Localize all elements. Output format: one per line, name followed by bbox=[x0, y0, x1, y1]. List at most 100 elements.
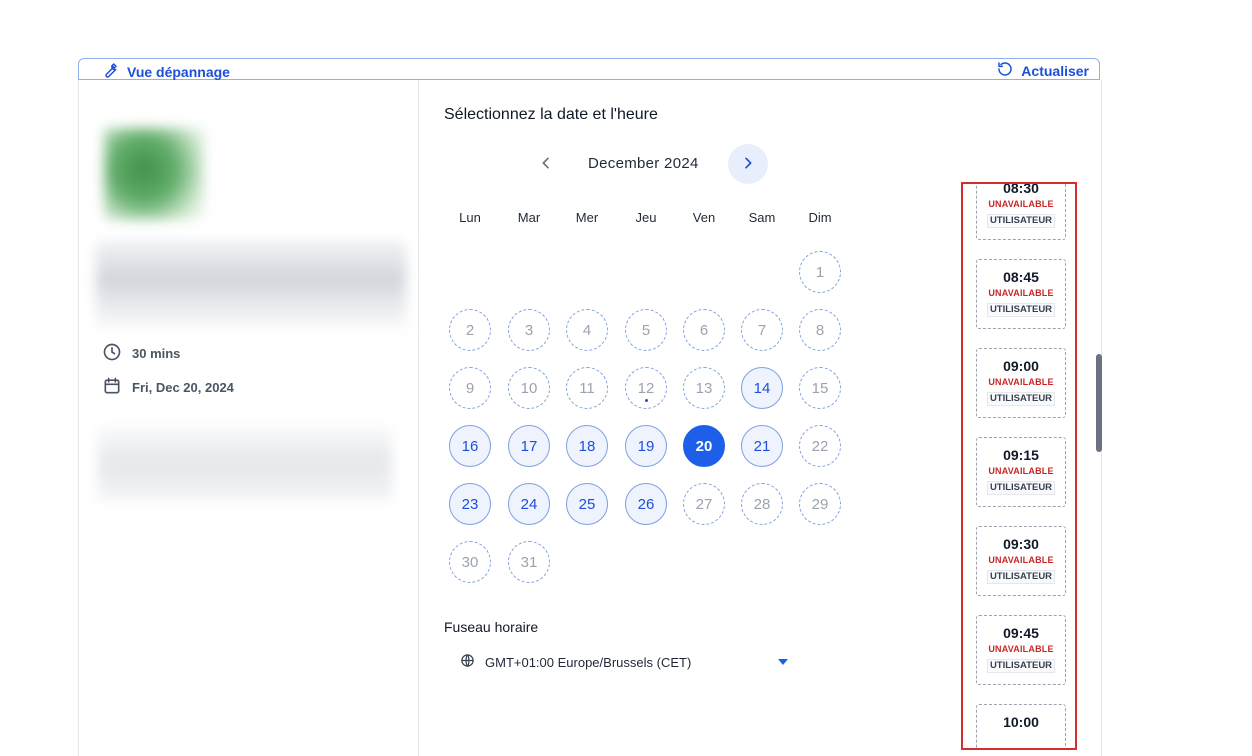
time-slot[interactable]: 09:30 UNAVAILABLE UTILISATEUR bbox=[976, 526, 1066, 596]
weekday-label: Jeu bbox=[635, 210, 657, 225]
clock-icon bbox=[102, 342, 122, 365]
slot-time: 08:45 bbox=[1003, 269, 1039, 285]
slot-status: UNAVAILABLE bbox=[988, 555, 1054, 565]
slot-owner-tag: UTILISATEUR bbox=[986, 392, 1056, 406]
calendar-day-number: 24 bbox=[520, 495, 538, 513]
calendar-day-number: 6 bbox=[699, 321, 709, 339]
slot-status: UNAVAILABLE bbox=[988, 644, 1054, 654]
calendar-day: 4 bbox=[566, 309, 608, 351]
time-slot[interactable]: 09:00 UNAVAILABLE UTILISATEUR bbox=[976, 348, 1066, 418]
refresh-label: Actualiser bbox=[1021, 62, 1089, 79]
organizer-avatar bbox=[104, 128, 204, 220]
calendar-day: 30 bbox=[449, 541, 491, 583]
globe-icon bbox=[460, 653, 475, 671]
calendar-day[interactable]: 23 bbox=[449, 483, 491, 525]
time-slot[interactable]: 09:15 UNAVAILABLE UTILISATEUR bbox=[976, 437, 1066, 507]
timezone-select[interactable]: GMT+01:00 Europe/Brussels (CET) bbox=[460, 650, 792, 674]
calendar-day: 6 bbox=[683, 309, 725, 351]
calendar-day-number: 2 bbox=[465, 321, 475, 339]
calendar-day-number: 27 bbox=[695, 495, 713, 513]
event-duration: 30 mins bbox=[132, 346, 181, 361]
event-date: Fri, Dec 20, 2024 bbox=[132, 380, 234, 395]
calendar-day-number: 17 bbox=[520, 437, 538, 455]
calendar-day: 31 bbox=[508, 541, 550, 583]
calendar-day[interactable]: 18 bbox=[566, 425, 608, 467]
today-indicator bbox=[644, 399, 648, 402]
weekday-label: Dim bbox=[808, 210, 832, 225]
calendar-day-selected[interactable]: 20 bbox=[683, 425, 725, 467]
slot-owner-tag: UTILISATEUR bbox=[986, 303, 1056, 317]
calendar-day[interactable]: 19 bbox=[625, 425, 667, 467]
calendar-day: 13 bbox=[683, 367, 725, 409]
slot-time: 09:00 bbox=[1003, 358, 1039, 374]
calendar-day-number: 9 bbox=[465, 379, 475, 397]
calendar-day: 27 bbox=[683, 483, 725, 525]
panel-divider bbox=[418, 80, 419, 756]
calendar-day[interactable]: 16 bbox=[449, 425, 491, 467]
calendar-day: 12 bbox=[625, 367, 667, 409]
slot-owner-tag: UTILISATEUR bbox=[986, 214, 1056, 228]
scrollbar-thumb[interactable] bbox=[1096, 354, 1102, 452]
slot-time: 09:30 bbox=[1003, 536, 1039, 552]
calendar-day-number: 30 bbox=[461, 553, 479, 571]
calendar-day[interactable]: 14 bbox=[741, 367, 783, 409]
troubleshoot-view-button[interactable]: Vue dépannage bbox=[101, 61, 230, 82]
calendar-day-number: 10 bbox=[520, 379, 538, 397]
calendar-day-number: 5 bbox=[641, 321, 651, 339]
calendar-day[interactable]: 17 bbox=[508, 425, 550, 467]
slot-status: UNAVAILABLE bbox=[988, 288, 1054, 298]
calendar-day: 29 bbox=[799, 483, 841, 525]
weekday-label: Ven bbox=[692, 210, 716, 225]
calendar-day-number: 14 bbox=[753, 379, 771, 397]
time-slot[interactable]: 08:45 UNAVAILABLE UTILISATEUR bbox=[976, 259, 1066, 329]
calendar-day[interactable]: 24 bbox=[508, 483, 550, 525]
calendar-day-number: 12 bbox=[637, 379, 655, 397]
calendar-day[interactable]: 25 bbox=[566, 483, 608, 525]
slot-owner-tag: UTILISATEUR bbox=[986, 659, 1056, 673]
slot-status: UNAVAILABLE bbox=[988, 199, 1054, 209]
calendar-day-number: 18 bbox=[578, 437, 596, 455]
calendar-day: 2 bbox=[449, 309, 491, 351]
calendar-day-number: 29 bbox=[811, 495, 829, 513]
time-slots-list: 08:30 UNAVAILABLE UTILISATEUR 08:45 UNAVAILA… bbox=[961, 182, 1077, 750]
calendar-day-number: 20 bbox=[695, 437, 713, 455]
calendar-day-number: 23 bbox=[461, 495, 479, 513]
calendar-day-number: 8 bbox=[815, 321, 825, 339]
calendar-day-number: 26 bbox=[637, 495, 655, 513]
calendar-day: 15 bbox=[799, 367, 841, 409]
calendar-day-number: 19 bbox=[637, 437, 655, 455]
time-slot[interactable]: 09:45 UNAVAILABLE UTILISATEUR bbox=[976, 615, 1066, 685]
date-row: Fri, Dec 20, 2024 bbox=[102, 376, 234, 399]
previous-month-button[interactable] bbox=[526, 144, 566, 184]
calendar-day[interactable]: 26 bbox=[625, 483, 667, 525]
calendar-day: 28 bbox=[741, 483, 783, 525]
calendar-day: 7 bbox=[741, 309, 783, 351]
next-month-button[interactable] bbox=[728, 144, 768, 184]
calendar-day-number: 28 bbox=[753, 495, 771, 513]
calendar-day-number: 3 bbox=[524, 321, 534, 339]
calendar-day[interactable]: 21 bbox=[741, 425, 783, 467]
calendar-day: 9 bbox=[449, 367, 491, 409]
calendar-day-number: 4 bbox=[582, 321, 592, 339]
calendar-day-number: 11 bbox=[579, 379, 595, 397]
redacted-description bbox=[98, 426, 392, 500]
troubleshoot-toolbar: Vue dépannage Actualiser bbox=[78, 58, 1100, 80]
calendar-day-number: 16 bbox=[461, 437, 479, 455]
month-navigation: December 2024 bbox=[530, 144, 774, 186]
time-slot[interactable]: 08:30 UNAVAILABLE UTILISATEUR bbox=[976, 184, 1066, 240]
refresh-button[interactable]: Actualiser bbox=[997, 61, 1089, 80]
refresh-icon bbox=[997, 61, 1013, 80]
redacted-event-info bbox=[96, 240, 406, 328]
chevron-right-icon bbox=[740, 155, 756, 174]
weekday-label: Lun bbox=[459, 210, 481, 225]
caret-down-icon[interactable] bbox=[778, 659, 788, 665]
calendar-day-number: 21 bbox=[753, 437, 771, 455]
calendar-day-number: 15 bbox=[811, 379, 829, 397]
slot-owner-tag: UTILISATEUR bbox=[986, 481, 1056, 495]
calendar-icon bbox=[102, 376, 122, 399]
time-slot[interactable]: 10:00 bbox=[976, 704, 1066, 748]
calendar-day-number: 22 bbox=[811, 437, 829, 455]
troubleshoot-view-label: Vue dépannage bbox=[127, 63, 230, 80]
weekday-label: Mer bbox=[575, 210, 599, 225]
duration-row: 30 mins bbox=[102, 342, 180, 365]
